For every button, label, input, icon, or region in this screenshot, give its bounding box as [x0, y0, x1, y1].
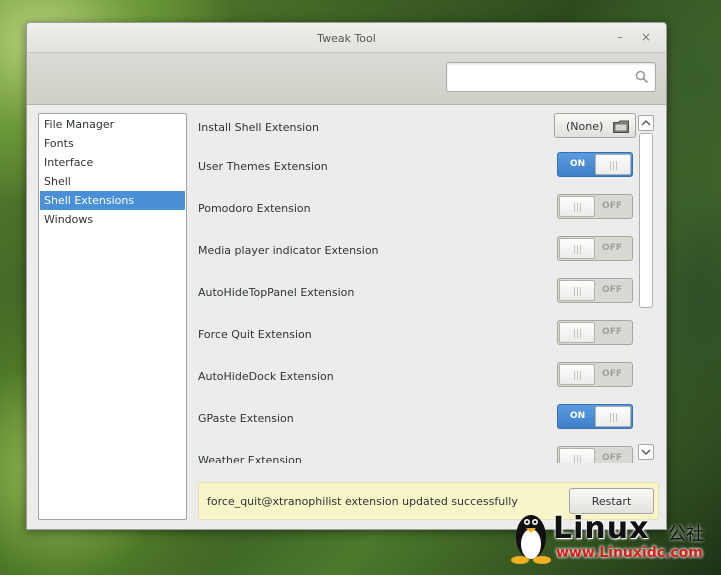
- watermark-brand: Linux: [553, 511, 650, 546]
- install-extension-row: Install Shell Extension (None): [198, 113, 638, 143]
- extension-toggle[interactable]: OFF: [557, 278, 633, 303]
- install-extension-label: Install Shell Extension: [198, 121, 319, 134]
- toggle-knob[interactable]: [559, 238, 595, 259]
- extension-label: Force Quit Extension: [198, 328, 312, 341]
- toggle-state-label: OFF: [602, 201, 622, 211]
- extension-toggle[interactable]: OFF: [557, 194, 633, 219]
- toggle-state-label: ON: [570, 411, 586, 421]
- extension-row: Media player indicator Extension OFF: [198, 236, 638, 266]
- minimize-button[interactable]: –: [612, 29, 628, 45]
- extension-toggle[interactable]: ON: [557, 404, 633, 429]
- tweak-tool-window: Tweak Tool – × File Manager Fonts Interf…: [26, 22, 667, 530]
- extension-label: GPaste Extension: [198, 412, 294, 425]
- toggle-knob[interactable]: [559, 364, 595, 385]
- extension-label: AutoHideTopPanel Extension: [198, 286, 355, 299]
- extension-row: GPaste Extension ON: [198, 404, 638, 434]
- watermark-brand-cn: 公社: [668, 524, 704, 545]
- extension-toggle[interactable]: ON: [557, 152, 633, 177]
- scroll-up-button[interactable]: [638, 115, 654, 131]
- toggle-knob[interactable]: [595, 154, 631, 175]
- sidebar-item-fonts[interactable]: Fonts: [39, 134, 186, 153]
- scrollbar-thumb[interactable]: [639, 133, 653, 308]
- header-bar: [27, 53, 666, 105]
- search-input[interactable]: [447, 63, 627, 91]
- toggle-state-label: ON: [570, 159, 586, 169]
- extension-toggle[interactable]: OFF: [557, 320, 633, 345]
- extension-label: Media player indicator Extension: [198, 244, 379, 257]
- extension-toggle[interactable]: OFF: [557, 446, 633, 463]
- extension-label: AutoHideDock Extension: [198, 370, 334, 383]
- toggle-knob[interactable]: [559, 322, 595, 343]
- search-field[interactable]: [446, 62, 656, 92]
- toggle-state-label: OFF: [602, 369, 622, 379]
- toggle-knob[interactable]: [559, 196, 595, 217]
- sidebar-item-interface[interactable]: Interface: [39, 153, 186, 172]
- toggle-state-label: OFF: [602, 243, 622, 253]
- extension-label: Pomodoro Extension: [198, 202, 311, 215]
- extension-row: AutoHideTopPanel Extension OFF: [198, 278, 638, 308]
- folder-icon: [613, 120, 629, 133]
- settings-list: Install Shell Extension (None) User Them…: [198, 113, 658, 463]
- file-chooser-label: (None): [566, 120, 604, 133]
- vertical-scrollbar[interactable]: [637, 115, 655, 461]
- toggle-state-label: OFF: [602, 453, 622, 463]
- extension-toggle[interactable]: OFF: [557, 236, 633, 261]
- sidebar-item-windows[interactable]: Windows: [39, 210, 186, 229]
- sidebar-item-shell[interactable]: Shell: [39, 172, 186, 191]
- toggle-knob[interactable]: [559, 448, 595, 463]
- install-extension-file-chooser[interactable]: (None): [554, 113, 636, 138]
- toggle-knob[interactable]: [595, 406, 631, 427]
- extension-row: User Themes Extension ON: [198, 152, 638, 182]
- close-button[interactable]: ×: [638, 29, 654, 45]
- title-bar[interactable]: Tweak Tool – ×: [27, 23, 666, 53]
- scroll-down-button[interactable]: [638, 444, 654, 460]
- watermark-url: www.Linuxidc.com: [556, 545, 703, 561]
- extension-label: Weather Extension: [198, 454, 302, 463]
- extension-row: Weather Extension OFF: [198, 446, 638, 463]
- sidebar: File Manager Fonts Interface Shell Shell…: [38, 113, 187, 520]
- toggle-state-label: OFF: [602, 327, 622, 337]
- extension-row: AutoHideDock Extension OFF: [198, 362, 638, 392]
- chevron-up-icon: [641, 120, 651, 126]
- window-title: Tweak Tool: [317, 32, 376, 45]
- chevron-down-icon: [641, 449, 651, 455]
- search-icon: [635, 70, 649, 84]
- sidebar-item-file-manager[interactable]: File Manager: [39, 115, 186, 134]
- toggle-knob[interactable]: [559, 280, 595, 301]
- toggle-state-label: OFF: [602, 285, 622, 295]
- extension-row: Pomodoro Extension OFF: [198, 194, 638, 224]
- info-message: force_quit@xtranophilist extension updat…: [207, 495, 518, 508]
- extension-label: User Themes Extension: [198, 160, 328, 173]
- extension-row: Force Quit Extension OFF: [198, 320, 638, 350]
- sidebar-item-shell-extensions[interactable]: Shell Extensions: [40, 191, 185, 210]
- extension-toggle[interactable]: OFF: [557, 362, 633, 387]
